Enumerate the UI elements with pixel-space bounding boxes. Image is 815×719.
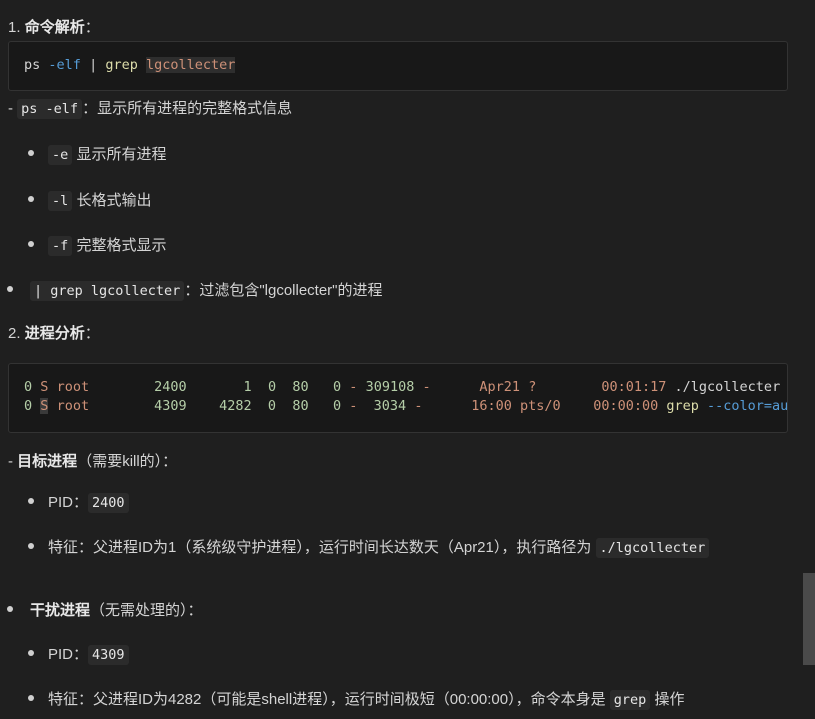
feature-suffix: 操作 <box>654 691 685 708</box>
flag-desc: 显示所有进程 <box>76 146 167 163</box>
flag-desc: 长格式输出 <box>76 192 152 209</box>
proc-pid: 2400 <box>154 379 187 395</box>
list-item-flag-e: -e 显示所有进程 <box>48 143 167 165</box>
command-line: ps -elf | grep lgcollecter <box>24 57 236 73</box>
process-row-1: 0 S root 2400 1 0 80 0 - 309108 - Apr21 … <box>24 379 780 395</box>
proc-c: 0 <box>267 379 277 395</box>
noise-pid-item: PID： 4309 <box>48 643 129 665</box>
proc-cmd: grep <box>666 398 699 414</box>
proc-tty: pts/0 <box>520 398 561 414</box>
proc-s: S <box>40 398 49 414</box>
target-feature-item: 特征：父进程ID为1（系统级守护进程），运行时间长达数天（Apr21），执行路径… <box>48 536 710 558</box>
proc-wchan: - <box>422 379 431 395</box>
proc-sz: 309108 <box>365 379 415 395</box>
bullet-dot <box>28 695 34 701</box>
list-item-grep: | grep lgcollecter ：过滤包含"lgcollecter"的进程 <box>30 279 383 301</box>
proc-ppid: 4282 <box>219 398 252 414</box>
section-number: 1. <box>8 19 21 36</box>
proc-pid: 4309 <box>154 398 187 414</box>
cmd-target: lgcollecter <box>146 57 236 73</box>
pid-value: 4309 <box>88 645 129 665</box>
ps-explain-line: - ps -elf ：显示所有进程的完整格式信息 <box>8 97 293 119</box>
proc-tty: ? <box>528 379 537 395</box>
noise-note: （无需处理的）： <box>90 602 203 619</box>
cmd-flag: -elf <box>48 57 81 73</box>
proc-time: 00:00:00 <box>593 398 659 414</box>
ps-desc: ：显示所有进程的完整格式信息 <box>82 100 293 117</box>
section-colon: ： <box>84 19 100 36</box>
dash: - <box>8 100 13 117</box>
bullet-dot <box>28 650 34 656</box>
proc-wchan: - <box>414 398 423 414</box>
bullet-dot <box>7 286 13 292</box>
proc-f: 0 <box>24 379 33 395</box>
bullet-dot <box>28 150 34 156</box>
target-note: （需要kill的）： <box>77 453 178 470</box>
flag-code: -l <box>48 191 73 211</box>
proc-s: S <box>40 379 49 395</box>
list-item-flag-l: -l 长格式输出 <box>48 189 152 211</box>
noise-title: 干扰进程 <box>30 602 91 619</box>
section-colon: ： <box>84 325 100 342</box>
target-pid-item: PID： 2400 <box>48 491 129 513</box>
cmd-grep: grep <box>105 57 138 73</box>
target-title: 目标进程 <box>17 453 78 470</box>
section-heading-2: 2. 进程分析： <box>8 322 100 343</box>
proc-stime: 16:00 <box>471 398 512 414</box>
list-item-flag-f: -f 完整格式显示 <box>48 234 167 256</box>
proc-addr: - <box>349 398 358 414</box>
cmd-pipe: | <box>89 57 98 73</box>
bullet-dot <box>7 606 13 612</box>
section-heading-1: 1. 命令解析： <box>8 16 100 37</box>
noise-feature-item: 特征：父进程ID为4282（可能是shell进程），运行时间极短（00:00:0… <box>48 688 685 710</box>
bullet-dot <box>28 241 34 247</box>
bullet-dot <box>28 543 34 549</box>
code-block-command[interactable]: ps -elf | grep lgcollecter <box>8 41 788 91</box>
proc-f: 0 <box>24 398 33 414</box>
section-title: 命令解析 <box>24 19 85 36</box>
proc-pri: 80 <box>292 398 309 414</box>
pid-label: PID： <box>48 494 89 511</box>
process-row-2: 0 S root 4309 4282 0 80 0 - 3034 - 16:00… <box>24 398 788 414</box>
target-heading: - 目标进程（需要kill的）： <box>8 450 177 471</box>
flag-desc: 完整格式显示 <box>76 237 167 254</box>
pid-value: 2400 <box>88 493 129 513</box>
proc-c: 0 <box>267 398 277 414</box>
feature-code: grep <box>609 690 651 710</box>
feature-label: 特征：父进程ID为4282（可能是shell进程），运行时间极短（00:00:0… <box>48 691 606 708</box>
proc-ppid: 1 <box>243 379 252 395</box>
vertical-scrollbar[interactable] <box>803 573 815 665</box>
grep-desc: ：过滤包含"lgcollecter"的进程 <box>184 282 383 299</box>
proc-addr: - <box>349 379 358 395</box>
cmd-ps: ps <box>24 57 41 73</box>
section-number: 2. <box>8 325 21 342</box>
noise-heading: 干扰进程（无需处理的）： <box>30 599 203 620</box>
proc-pri: 80 <box>292 379 309 395</box>
proc-user: root <box>56 379 90 395</box>
dash: - <box>8 453 13 470</box>
ps-code: ps -elf <box>17 99 83 119</box>
proc-sz: 3034 <box>373 398 407 414</box>
feature-path: ./lgcollecter <box>595 538 710 558</box>
pid-label: PID： <box>48 646 89 663</box>
proc-cmd: ./lgcollecter <box>674 379 781 395</box>
bullet-dot <box>28 196 34 202</box>
bullet-dot <box>28 498 34 504</box>
proc-cmd-opt: --color=aut <box>707 398 788 414</box>
proc-ni: 0 <box>332 398 342 414</box>
proc-time: 00:01:17 <box>601 379 667 395</box>
section-title: 进程分析 <box>24 325 85 342</box>
grep-code: | grep lgcollecter <box>30 281 185 301</box>
flag-code: -e <box>48 145 73 165</box>
flag-code: -f <box>48 236 73 256</box>
proc-stime: Apr21 <box>479 379 521 395</box>
proc-ni: 0 <box>333 379 342 395</box>
proc-user: root <box>56 398 90 414</box>
code-block-process-list[interactable]: 0 S root 2400 1 0 80 0 - 309108 - Apr21 … <box>8 363 788 433</box>
feature-label: 特征：父进程ID为1（系统级守护进程），运行时间长达数天（Apr21），执行路径… <box>48 539 592 556</box>
